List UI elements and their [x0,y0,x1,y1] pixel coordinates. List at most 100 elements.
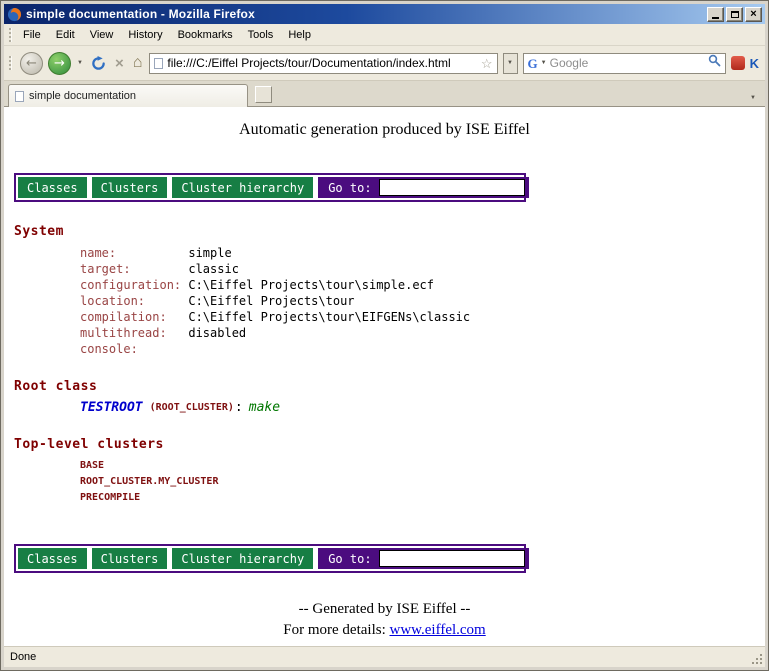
cluster-link-precompile[interactable]: PRECOMPILE [80,490,765,506]
system-row: name:simple [80,245,765,261]
system-row-label: console: [80,341,188,357]
stop-button[interactable]: × [113,56,126,71]
root-cluster-ref[interactable]: (ROOT_CLUSTER) [150,402,234,413]
menu-help[interactable]: Help [281,26,318,44]
system-row-value: classic [188,262,239,276]
doc-navbar-bottom: Classes Clusters Cluster hierarchy Go to… [14,544,526,573]
window-title: simple documentation - Mozilla Firefox [26,7,703,21]
toolbar-grip[interactable] [9,56,12,70]
cluster-hierarchy-button[interactable]: Cluster hierarchy [172,177,313,198]
system-row-label: name: [80,245,188,261]
clusters-button[interactable]: Clusters [92,548,168,569]
reload-icon [91,56,106,71]
goto-input[interactable] [379,550,525,567]
cluster-link-base[interactable]: BASE [80,458,765,474]
classes-button[interactable]: Classes [18,177,87,198]
window-controls: × [707,7,762,22]
generated-by-text: -- Generated by ISE Eiffel -- [4,601,765,618]
menu-history[interactable]: History [121,26,169,44]
system-row-label: location: [80,293,188,309]
goto-label: Go to: [328,181,371,195]
address-input[interactable] [167,56,476,70]
cluster-link-root-cluster[interactable]: ROOT_CLUSTER.MY_CLUSTER [80,474,765,490]
menu-bookmarks[interactable]: Bookmarks [171,26,240,44]
firefox-icon [7,7,22,22]
system-row-label: target: [80,261,188,277]
menu-edit[interactable]: Edit [49,26,82,44]
system-row: console: [80,341,765,357]
extension-icon-red[interactable] [731,56,745,70]
goto-area: Go to: [318,177,528,198]
reload-button[interactable] [89,56,108,71]
address-dropdown-button[interactable]: ▼ [503,53,518,74]
menu-file[interactable]: File [16,26,48,44]
list-all-tabs-button[interactable]: ▼ [745,86,761,103]
system-row-value: simple [188,246,231,260]
system-row-label: configuration: [80,277,188,293]
testroot-link[interactable]: TESTROOT [80,400,143,415]
navigation-toolbar: ← → ▼ × ⌂ ☆ ▼ G ▼ [4,46,765,81]
tab-bar-button[interactable] [255,86,272,103]
menu-view[interactable]: View [83,26,121,44]
back-button[interactable]: ← [20,52,43,75]
chevron-down-icon: ▼ [750,95,756,101]
back-icon: ← [26,56,37,71]
menubar: File Edit View History Bookmarks Tools H… [4,24,765,46]
system-row-value: disabled [188,326,246,340]
tab-label: simple documentation [29,90,136,102]
stop-icon: × [115,56,124,71]
extension-icon-k[interactable]: K [750,57,759,70]
cluster-list: BASE ROOT_CLUSTER.MY_CLUSTER PRECOMPILE [4,458,765,506]
chevron-down-icon: ▼ [77,60,83,66]
cluster-hierarchy-button[interactable]: Cluster hierarchy [172,548,313,569]
chevron-down-icon: ▼ [507,60,513,66]
system-row-value: C:\Eiffel Projects\tour\EIFGENs\classic [188,310,470,324]
root-class-line: TESTROOT(ROOT_CLUSTER):make [80,400,765,415]
system-row: target:classic [80,261,765,277]
system-rows: name:simple target:classic configuration… [4,245,765,357]
minimize-button[interactable] [707,7,724,22]
maximize-icon [731,11,739,18]
doc-footer: -- Generated by ISE Eiffel -- For more d… [4,601,765,639]
eiffel-com-link[interactable]: www.eiffel.com [390,622,486,638]
menu-tools[interactable]: Tools [241,26,281,44]
system-row-label: multithread: [80,325,188,341]
home-icon: ⌂ [133,55,143,71]
tab-favicon [15,91,24,102]
system-row-value: C:\Eiffel Projects\tour [188,294,354,308]
forward-dropdown-button[interactable]: ▼ [76,60,84,66]
resize-grip[interactable] [751,653,764,666]
page-content: Automatic generation produced by ISE Eif… [4,107,765,646]
doc-navbar-top: Classes Clusters Cluster hierarchy Go to… [14,173,526,202]
page-favicon [154,58,163,69]
clusters-button[interactable]: Clusters [92,177,168,198]
forward-icon: → [54,56,65,71]
address-bar[interactable]: ☆ [149,53,497,74]
goto-area: Go to: [318,548,528,569]
search-input[interactable] [550,56,705,70]
system-row: location:C:\Eiffel Projects\tour [80,293,765,309]
minimize-icon [712,17,719,19]
close-button[interactable]: × [745,7,762,22]
status-text: Done [10,651,759,663]
system-row: multithread:disabled [80,325,765,341]
system-row: configuration:C:\Eiffel Projects\tour\si… [80,277,765,293]
forward-button[interactable]: → [48,52,71,75]
make-link[interactable]: make [249,400,280,415]
status-bar: Done [4,646,765,667]
bookmark-star-icon[interactable]: ☆ [481,57,493,70]
tab-simple-documentation[interactable]: simple documentation [8,84,248,107]
classes-button[interactable]: Classes [18,548,87,569]
home-button[interactable]: ⌂ [131,55,145,71]
more-details-prefix: For more details: [283,622,389,638]
titlebar[interactable]: simple documentation - Mozilla Firefox × [4,4,765,24]
search-bar[interactable]: G ▼ [523,53,726,74]
system-row-label: compilation: [80,309,188,325]
goto-input[interactable] [379,179,525,196]
search-icon[interactable] [708,54,721,72]
menubar-grip[interactable] [9,28,12,42]
system-heading: System [14,224,765,239]
search-engine-dropdown-icon[interactable]: ▼ [541,60,547,66]
maximize-button[interactable] [726,7,743,22]
tab-bar: simple documentation ▼ [4,81,765,107]
